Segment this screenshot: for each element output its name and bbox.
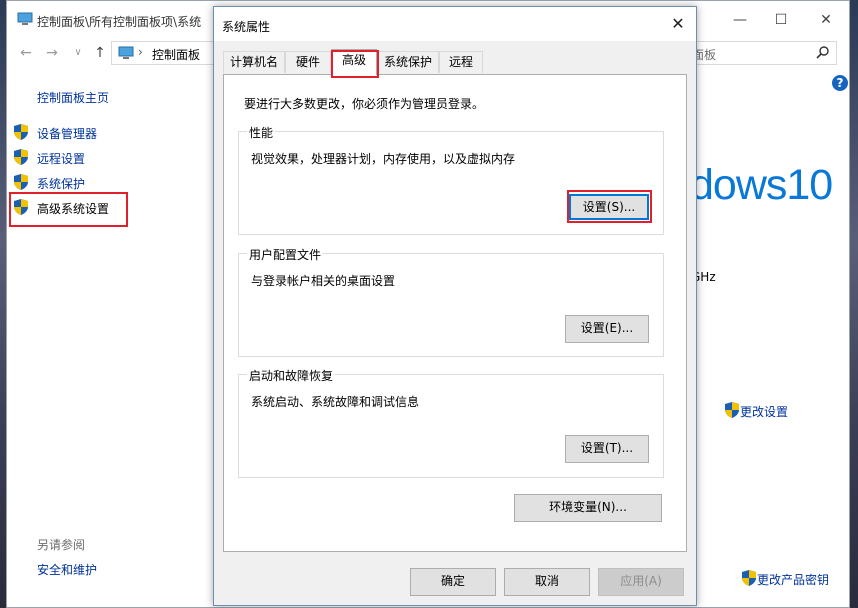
shield-icon [725,402,739,418]
forward-icon[interactable]: → [43,44,61,62]
cp-window-title: 控制面板\所有控制面板项\系统 [37,15,202,29]
tab-page-advanced: 要进行大多数更改，你必须作为管理员登录。 性能 视觉效果，处理器计划，内存使用，… [223,74,687,552]
chevron-right-icon: › [138,45,143,59]
cancel-button[interactable]: 取消 [504,568,590,596]
dialog-close-button[interactable]: ✕ [666,13,690,35]
search-input[interactable]: 面板 [691,41,837,65]
breadcrumb[interactable]: 控制面板 [152,46,200,63]
group-description: 与登录帐户相关的桌面设置 [251,274,396,288]
dialog-title: 系统属性 [222,20,271,34]
group-title: 用户配置文件 [247,246,324,263]
highlight-box [331,50,379,78]
group-description: 视觉效果，处理器计划，内存使用，以及虚拟内存 [251,152,516,166]
highlight-box [9,192,128,227]
startup-recovery-group: 启动和故障恢复 系统启动、系统故障和调试信息 设置(T)... [238,367,664,478]
close-button[interactable]: ✕ [815,9,837,31]
security-maintenance-link[interactable]: 安全和维护 [37,561,97,578]
system-properties-dialog: 系统属性 ✕ 计算机名 硬件 高级 系统保护 远程 要进行大多数更改，你必须作为… [213,6,697,606]
sidebar-home-link[interactable]: 控制面板主页 [37,89,109,106]
change-settings-label: 更改设置 [740,405,789,419]
sidebar-item-label: 远程设置 [37,152,86,166]
shield-icon [14,149,28,165]
admin-note: 要进行大多数更改，你必须作为管理员登录。 [244,97,485,111]
tab-hardware[interactable]: 硬件 [285,51,331,73]
change-product-key-label: 更改产品密钥 [757,573,830,587]
maximize-button[interactable]: ☐ [770,9,792,31]
search-icon[interactable] [816,45,830,59]
group-description: 系统启动、系统故障和调试信息 [251,395,420,409]
tab-system-protection[interactable]: 系统保护 [377,51,439,73]
highlight-box [567,190,652,223]
shield-icon [742,570,756,586]
group-title: 启动和故障恢复 [247,367,336,384]
sidebar-item-label: 设备管理器 [37,127,98,141]
windows-logo-text: dows10 [690,161,833,209]
group-title: 性能 [247,124,276,141]
computer-icon [118,46,134,59]
computer-icon [17,12,33,25]
sidebar-item-label: 系统保护 [37,177,86,191]
user-profiles-group: 用户配置文件 与登录帐户相关的桌面设置 设置(E)... [238,246,664,357]
help-icon[interactable]: ? [832,75,848,91]
tab-remote[interactable]: 远程 [439,51,483,73]
up-icon[interactable]: ↑ [91,44,109,62]
shield-icon [14,124,28,140]
tab-computer-name[interactable]: 计算机名 [223,51,285,73]
back-icon[interactable]: ← [17,44,35,62]
recent-dropdown-icon[interactable]: ∨ [69,44,87,62]
see-also-heading: 另请参阅 [37,538,86,552]
ok-button[interactable]: 确定 [410,568,496,596]
dialog-titlebar: 系统属性 ✕ [214,7,696,41]
environment-variables-button[interactable]: 环境变量(N)... [514,494,662,522]
apply-button[interactable]: 应用(A) [598,568,684,596]
minimize-button[interactable]: — [729,9,751,31]
shield-icon [14,174,28,190]
startup-recovery-settings-button[interactable]: 设置(T)... [565,435,649,463]
user-profiles-settings-button[interactable]: 设置(E)... [565,315,649,343]
